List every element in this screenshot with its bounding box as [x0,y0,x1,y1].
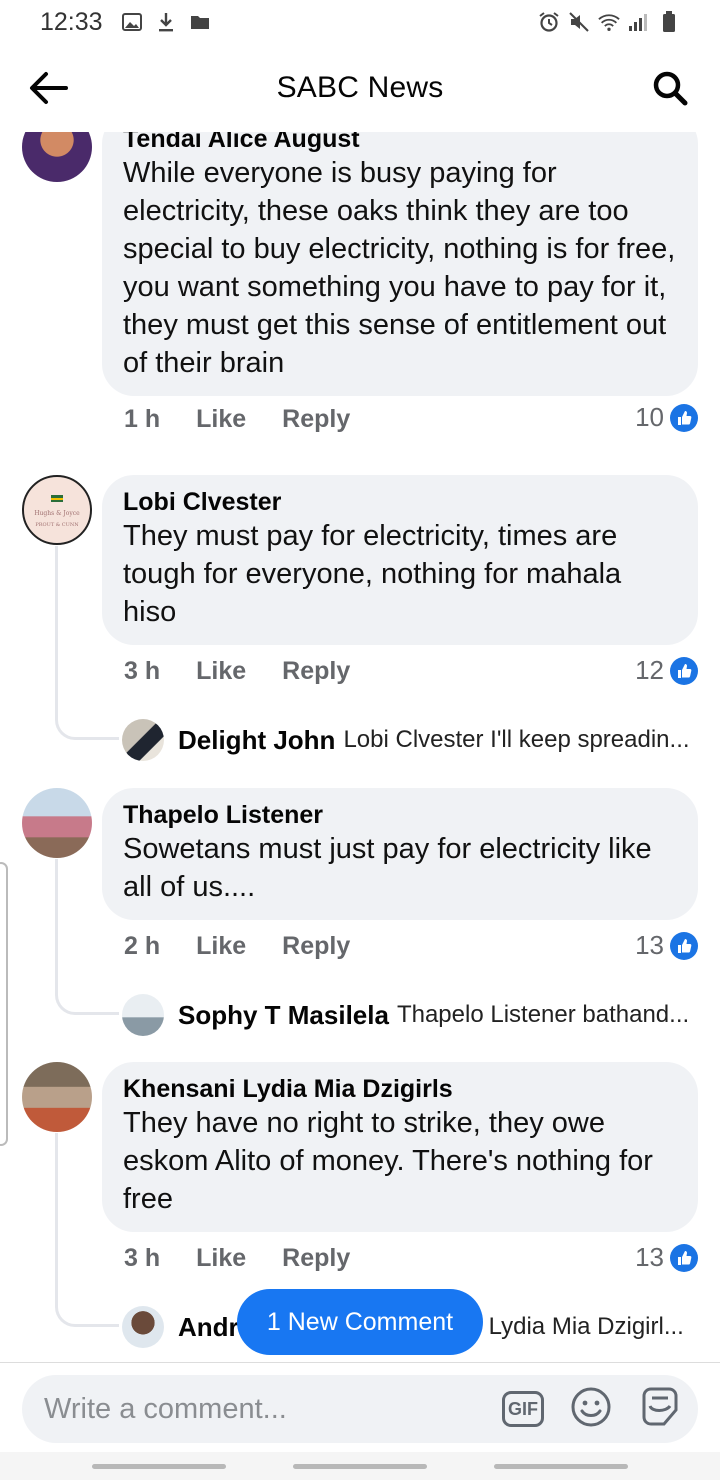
battery-icon [658,11,680,33]
reaction-count[interactable]: 13 [635,930,698,961]
comment-actions: 3 h Like Reply [124,657,350,686]
comment-author[interactable]: Thapelo Listener [123,800,676,830]
reply-button[interactable]: Reply [282,405,350,434]
svg-text:PROUT & CUNN: PROUT & CUNN [35,522,79,528]
avatar[interactable] [22,132,92,182]
gif-button[interactable]: GIF [502,1391,544,1427]
search-icon [653,71,688,106]
comment-bubble[interactable]: Thapelo Listener Sowetans must just pay … [102,788,698,920]
back-button[interactable] [26,66,70,110]
reply-author[interactable]: Delight John [178,725,335,756]
comment-text: Sowetans must just pay for electricity l… [123,833,652,903]
comment-actions: 3 h Like Reply [124,1244,350,1273]
comment-text: While everyone is busy paying for electr… [123,157,676,379]
avatar[interactable] [22,1062,92,1132]
reaction-number: 13 [635,930,664,960]
new-comment-button[interactable]: 1 New Comment [237,1289,483,1355]
home-button[interactable] [293,1464,427,1469]
like-button[interactable]: Like [196,405,246,434]
reply-preview[interactable]: Delight John Lobi Clvester I'll keep spr… [122,718,702,762]
comment-bubble[interactable]: Tendai Alice August While everyone is bu… [102,132,698,396]
like-button[interactable]: Like [196,1244,246,1273]
comment-text: They must pay for electricity, times are… [123,520,622,628]
sticker-icon[interactable] [638,1386,682,1433]
thumbs-up-icon [670,1243,698,1272]
edge-panel-handle[interactable] [0,862,8,1146]
comment-author[interactable]: Khensani Lydia Mia Dzigirls [123,1074,676,1104]
thumbs-up-icon [670,931,698,960]
comment-author[interactable]: Tendai Alice August [123,132,676,154]
reply-button[interactable]: Reply [282,932,350,961]
comment-time: 3 h [124,1244,161,1272]
reaction-count[interactable]: 10 [635,402,698,433]
reaction-number: 13 [635,1242,664,1272]
signal-icon [628,11,650,33]
comment-actions: 1 h Like Reply [124,405,350,434]
like-button[interactable]: Like [196,932,246,961]
comment-actions: 2 h Like Reply [124,932,350,961]
reply-author[interactable]: Sophy T Masilela [178,1000,389,1031]
reaction-count[interactable]: 13 [635,1242,698,1273]
reaction-number: 10 [635,402,664,432]
comment-bubble[interactable]: Lobi Clvester They must pay for electric… [102,475,698,645]
svg-text:Hughs & Joyce: Hughs & Joyce [34,510,80,517]
reply-snippet: i Lydia Mia Dzigirl... [476,1313,684,1340]
status-bar: 12:33 [0,0,720,44]
avatar[interactable] [22,788,92,858]
page-title: SABC News [276,71,444,104]
app-header: SABC News [0,44,720,132]
download-icon [155,11,177,33]
wifi-icon [598,11,620,33]
alarm-icon [538,11,560,33]
back-nav-button[interactable] [494,1464,628,1469]
comment-text: They have no right to strike, they owe e… [123,1107,653,1215]
mute-icon [568,11,590,33]
system-nav-bar [0,1452,720,1480]
reply-author[interactable]: Andr [178,1312,239,1343]
thumbs-up-icon [670,656,698,685]
comment-input-box[interactable]: Write a comment... GIF [22,1375,698,1443]
reply-snippet: Lobi Clvester I'll keep spreadin... [343,726,690,753]
like-button[interactable]: Like [196,657,246,686]
comment-time: 3 h [124,657,161,685]
comment-time: 2 h [124,932,161,960]
recent-apps-button[interactable] [92,1464,226,1469]
reply-button[interactable]: Reply [282,1244,350,1273]
folder-icon [189,11,211,33]
emoji-icon[interactable] [570,1386,612,1433]
arrow-left-icon [30,72,68,104]
comment-input[interactable]: Write a comment... [44,1393,502,1426]
gallery-icon [121,11,143,33]
reply-button[interactable]: Reply [282,657,350,686]
comment-time: 1 h [124,405,161,433]
comment-author[interactable]: Lobi Clvester [123,487,676,517]
comments-feed[interactable]: Tendai Alice August While everyone is bu… [0,132,720,1362]
avatar[interactable]: Hughs & Joyce PROUT & CUNN [22,475,92,545]
avatar[interactable] [122,994,164,1036]
thumbs-up-icon [670,403,698,432]
reaction-count[interactable]: 12 [635,655,698,686]
reply-snippet: Thapelo Listener bathand... [396,1001,690,1028]
search-button[interactable] [648,66,692,110]
reply-preview[interactable]: Sophy T Masilela Thapelo Listener bathan… [122,993,702,1037]
reaction-number: 12 [635,655,664,685]
comment-composer: Write a comment... GIF [0,1362,720,1452]
status-time: 12:33 [40,7,103,36]
comment-bubble[interactable]: Khensani Lydia Mia Dzigirls They have no… [102,1062,698,1232]
avatar[interactable] [122,1306,164,1348]
avatar[interactable] [122,719,164,761]
